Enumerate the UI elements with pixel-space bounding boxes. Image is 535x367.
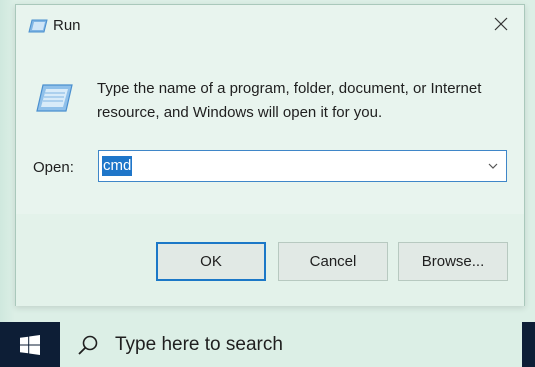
taskbar-search-box[interactable]: Type here to search (60, 322, 522, 367)
browse-button[interactable]: Browse... (398, 242, 508, 281)
close-icon (494, 17, 508, 31)
open-combobox[interactable]: cmd (98, 150, 507, 182)
taskbar: Type here to search (0, 322, 535, 367)
title-bar[interactable]: Run (16, 5, 524, 47)
run-large-icon (35, 83, 73, 113)
open-label: Open: (33, 159, 74, 176)
search-placeholder: Type here to search (115, 334, 283, 355)
desktop-background-right (524, 0, 535, 322)
search-icon (78, 335, 98, 355)
run-title-icon (28, 19, 48, 33)
dialog-description: Type the name of a program, folder, docu… (97, 80, 482, 121)
open-input[interactable]: cmd (102, 156, 133, 176)
dialog-title: Run (53, 17, 81, 34)
ok-button[interactable]: OK (156, 242, 266, 281)
run-dialog: Run Type the name of a program, folder, … (15, 4, 525, 306)
windows-logo-icon (20, 334, 40, 355)
close-button[interactable] (478, 5, 524, 43)
desktop-background (0, 0, 15, 322)
start-button[interactable] (0, 322, 60, 367)
chevron-down-icon[interactable] (488, 162, 498, 170)
cancel-button[interactable]: Cancel (278, 242, 388, 281)
